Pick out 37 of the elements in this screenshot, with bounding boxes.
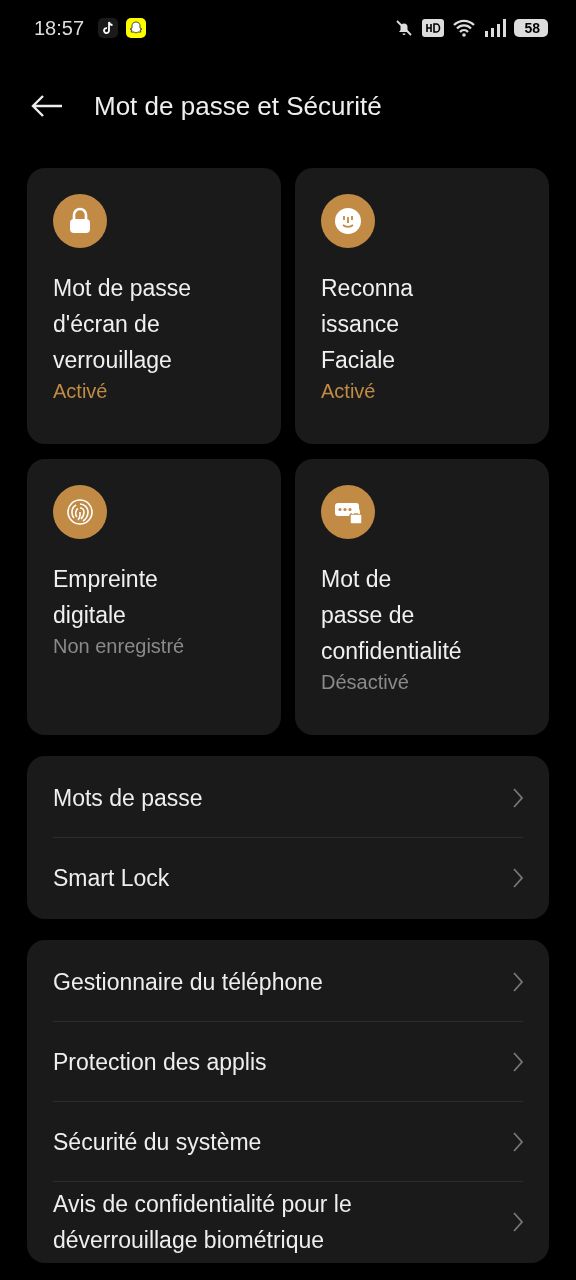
settings-row[interactable]: Protection des applis bbox=[53, 1021, 523, 1101]
card-status: Activé bbox=[53, 380, 108, 403]
card-status: Non enregistré bbox=[53, 635, 185, 658]
fingerprint-icon bbox=[53, 485, 107, 539]
settings-row[interactable]: Mots de passe bbox=[53, 758, 523, 837]
padlock-icon bbox=[53, 194, 107, 248]
page-title: Mot de passe et Sécurité bbox=[94, 90, 382, 122]
chevron-icon bbox=[513, 1211, 523, 1232]
ghost-app-icon bbox=[126, 18, 147, 38]
signal-icon bbox=[484, 18, 507, 38]
card-title: Mot de passe d'écran de verrouillage bbox=[53, 274, 192, 375]
card-status: Désactivé bbox=[321, 671, 409, 694]
card-title: Reconna issance Faciale bbox=[321, 274, 414, 375]
wifi-icon bbox=[452, 18, 477, 38]
settings-row[interactable]: Gestionnaire du téléphone bbox=[53, 942, 523, 1021]
music-note-app-icon bbox=[98, 18, 119, 38]
status-time: 18:57 bbox=[34, 16, 85, 40]
settings-row[interactable]: Avis de confidentialité pour le déverrouillage biométrique bbox=[53, 1181, 523, 1261]
hd-icon bbox=[422, 19, 445, 37]
back-arrow-icon[interactable] bbox=[30, 94, 64, 118]
chevron-icon bbox=[513, 1131, 523, 1152]
settings-row[interactable]: Smart Lock bbox=[53, 837, 523, 917]
setting-card[interactable]: Mot de passe de confidentialité Désactivé bbox=[295, 459, 549, 735]
chevron-icon bbox=[513, 867, 523, 888]
setting-card[interactable]: Empreinte digitale Non enregistré bbox=[27, 459, 281, 735]
battery-level: 58 bbox=[514, 19, 548, 37]
card-status: Activé bbox=[321, 380, 376, 403]
chevron-icon bbox=[513, 1051, 523, 1072]
settings-row[interactable]: Sécurité du système bbox=[53, 1101, 523, 1181]
card-title: Mot de passe de confidentialité bbox=[321, 565, 462, 666]
setting-card[interactable]: Reconna issance Faciale Activé bbox=[295, 168, 549, 444]
password-lock-icon bbox=[321, 485, 375, 539]
smiley-face-icon bbox=[321, 194, 375, 248]
card-title: Empreinte digitale bbox=[53, 565, 158, 630]
chevron-icon bbox=[513, 787, 523, 808]
chevron-icon bbox=[513, 971, 523, 992]
setting-card[interactable]: Mot de passe d'écran de verrouillage Activé bbox=[27, 168, 281, 444]
